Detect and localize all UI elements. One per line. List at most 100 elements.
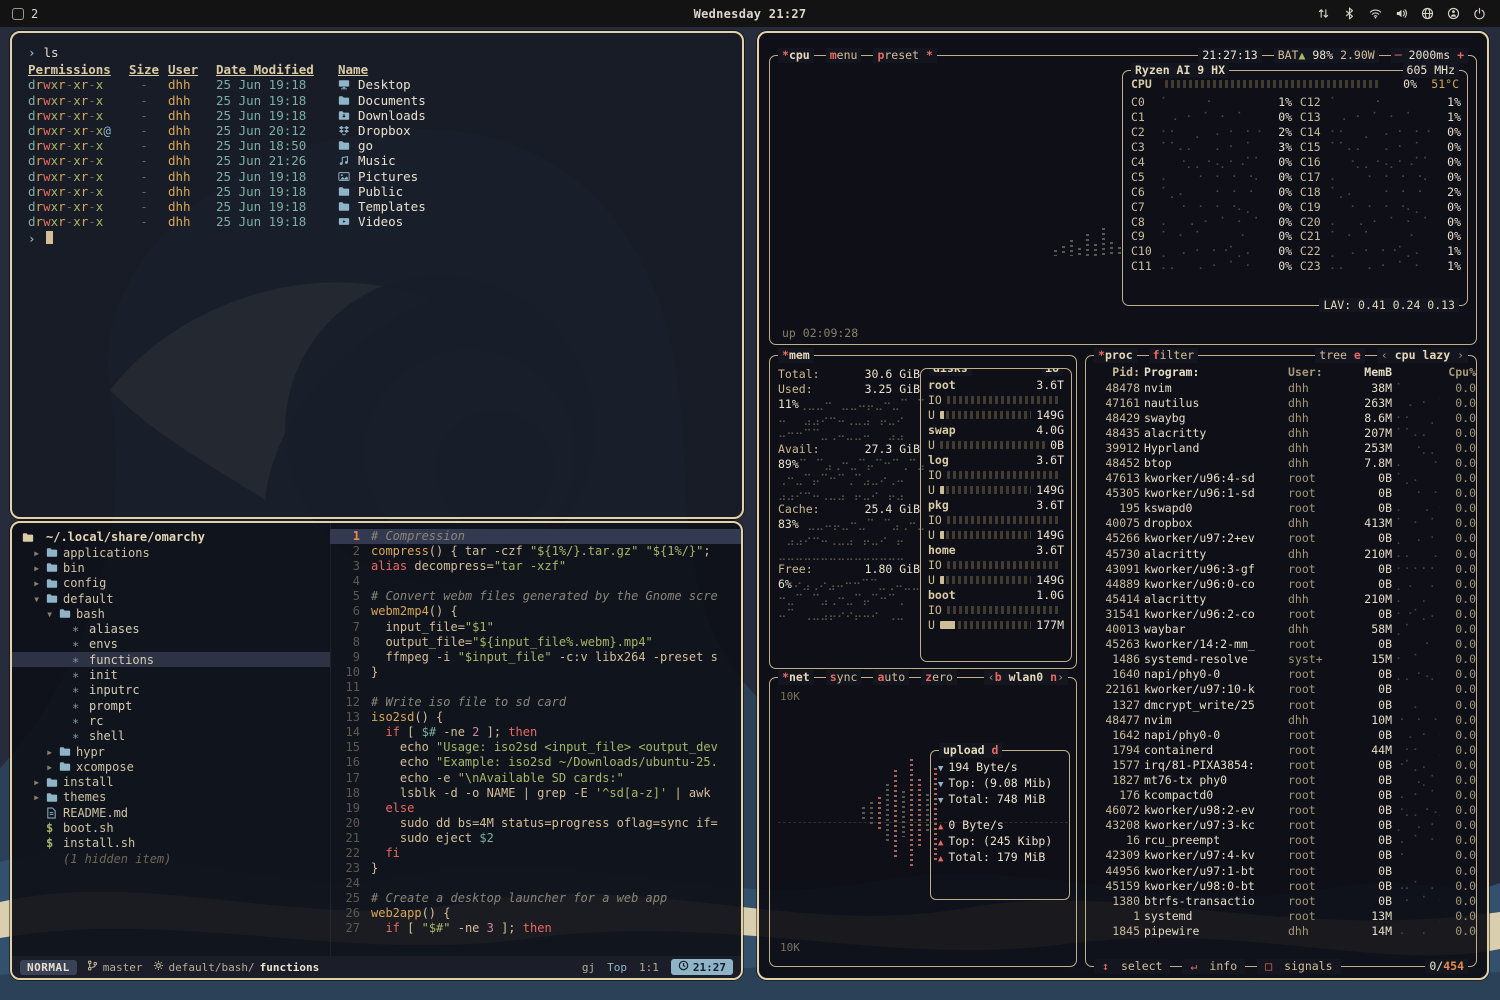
code-line[interactable]: 23 } [330, 861, 741, 876]
process-row[interactable]: 1380 btrfs-transactio root 0B ⠀⠂⠀⠁⠀⠂ 0.0 [1086, 893, 1476, 908]
net-interface-switcher[interactable]: ‹b wlan0 n› [984, 670, 1068, 685]
process-row[interactable]: 48429 swaybg dhh 8.6M ⠂⠂⠀⠀⡀⠀ 0.0 [1086, 410, 1476, 425]
code-line[interactable]: 16 echo "Example: iso2sd ~/Downloads/ubu… [330, 755, 741, 770]
process-row[interactable]: 44956 kworker/u97:1-bt root 0B ⠀⠀⠀⠀⠀⠀ 0.… [1086, 863, 1476, 878]
network-icon[interactable] [1421, 7, 1434, 20]
tree-item[interactable]: ▸ themes [12, 790, 330, 805]
tree-item[interactable]: ∗ init [12, 667, 330, 682]
proc-filter-button[interactable]: filter [1149, 348, 1199, 363]
code-line[interactable]: 6 webm2mp4() { [330, 604, 741, 619]
tree-item[interactable]: $ boot.sh [12, 820, 330, 835]
process-row[interactable]: 1486 systemd-resolve syst+ 15M ⠂⠀⠁⠀⠀⠀ 0.… [1086, 652, 1476, 667]
proc-footer-action[interactable]: ↵info [1182, 959, 1245, 974]
code-line[interactable]: 25 # Create a desktop launcher for a web… [330, 891, 741, 906]
tree-item[interactable]: ∗ functions [12, 652, 330, 667]
code-pane[interactable]: 1 # Compression 2 compress() { tar -czf … [330, 523, 741, 956]
code-line[interactable]: 12 # Write iso file to sd card [330, 695, 741, 710]
tree-item[interactable]: ∗ prompt [12, 698, 330, 713]
volume-icon[interactable] [1395, 7, 1408, 20]
tree-item[interactable]: ▾ bash [12, 606, 330, 621]
file-name[interactable]: Downloads [358, 108, 426, 123]
process-row[interactable]: 1845 pipewire dhh 14M ⠠⠀⠀⠄⠀⠀ 0.0 [1086, 923, 1476, 938]
code-line[interactable]: 20 sudo dd bs=4M status=progress oflag=s… [330, 816, 741, 831]
power-icon[interactable] [1473, 7, 1486, 20]
code-line[interactable]: 2 compress() { tar -czf "${1%/}.tar.gz" … [330, 544, 741, 559]
process-row[interactable]: 40013 waybar dhh 58M ⡀⠁⠀⠀⠀⠀ 0.0 [1086, 622, 1476, 637]
process-row[interactable]: 45730 alacritty dhh 210M ⠄⠄⠀⠀⠠⠀ 0.0 [1086, 546, 1476, 561]
tree-item[interactable]: ▾ default [12, 591, 330, 606]
workspace-indicator[interactable]: 2 [0, 7, 38, 21]
bluetooth-icon[interactable] [1343, 7, 1356, 20]
process-row[interactable]: 40075 dropbox dhh 413M ⠁⠀⠂⠀⠁⠀ 0.0 [1086, 516, 1476, 531]
file-name[interactable]: Pictures [358, 169, 418, 184]
process-row[interactable]: 43091 kworker/u96:3-gf root 0B ⠂⠂⠂⠂⠂⠂ 0.… [1086, 561, 1476, 576]
process-table-header[interactable]: Pid: Program: User: MemB Cpu% [1086, 364, 1476, 379]
process-row[interactable]: 46072 kworker/u98:2-ev root 0B ⠐⡀⡀⠐⠠⡀ 0.… [1086, 803, 1476, 818]
process-row[interactable]: 45414 alacritty dhh 210M ⠄⠀⠀⠄⠀⠀ 0.0 [1086, 591, 1476, 606]
file-name[interactable]: Music [358, 153, 396, 168]
process-row[interactable]: 39912 Hyprland dhh 253M ⠀⠀⠐⡀⡀⠐ 0.0 [1086, 440, 1476, 455]
process-row[interactable]: 45305 kworker/u96:1-sd root 0B ⠀⠀⠐⠀⠐⠀ 0.… [1086, 486, 1476, 501]
net-sync-toggle[interactable]: sync [826, 670, 862, 685]
code-line[interactable]: 9 ffmpeg -i "$input_file" -c:v libx264 -… [330, 650, 741, 665]
file-name[interactable]: Documents [358, 93, 426, 108]
code-line[interactable]: 22 fi [330, 846, 741, 861]
process-row[interactable]: 1642 napi/phy0-0 root 0B ⠀⠠⠀⠂⠀⠂ 0.0 [1086, 727, 1476, 742]
process-row[interactable]: 48477 nvim dhh 10M ⠐⠀⠐⠀⠐⠀ 0.0 [1086, 712, 1476, 727]
tree-item[interactable]: ∗ shell [12, 729, 330, 744]
code-line[interactable]: 3 alias decompress="tar -xzf" [330, 559, 741, 574]
code-line[interactable]: 5 # Convert webm files generated by the … [330, 589, 741, 604]
process-row[interactable]: 16 rcu_preempt root 0B ⠠⠀⠁⠀⠂⠂ 0.0 [1086, 833, 1476, 848]
process-row[interactable]: 47161 nautilus dhh 263M ⠀⠠⠀⠂⠀⠁ 0.0 [1086, 395, 1476, 410]
tree-item[interactable]: README.md [12, 805, 330, 820]
tree-item[interactable]: (1 hidden item) [12, 851, 330, 866]
proc-tree-toggle[interactable]: tree e [1315, 348, 1365, 363]
tree-item[interactable]: ∗ envs [12, 637, 330, 652]
tree-item[interactable]: ∗ aliases [12, 621, 330, 636]
process-row[interactable]: 42309 kworker/u97:4-kv root 0B ⠐⠀⠀⠀⠀⠀ 0.… [1086, 848, 1476, 863]
code-line[interactable]: 10 } [330, 665, 741, 680]
process-row[interactable]: 47613 kworker/u96:4-sd root 0B ⠁⡀⠄⠀⠀⠀ 0.… [1086, 471, 1476, 486]
code-line[interactable]: 15 echo "Usage: iso2sd <input_file> <out… [330, 740, 741, 755]
process-row[interactable]: 1827 mt76-tx phy0 root 0B ⠀⠀⠠⡀⠁⠀ 0.0 [1086, 772, 1476, 787]
process-row[interactable]: 1640 napi/phy0-0 root 0B ⡀⡀⠐⠠⡀⠂ 0.0 [1086, 667, 1476, 682]
net-auto-toggle[interactable]: auto [873, 670, 909, 685]
process-row[interactable]: 48452 btop dhh 7.8M ⠄⠀⠀⠀⠐⠀ 0.0 [1086, 455, 1476, 470]
code-line[interactable]: 7 input_file="$1" [330, 620, 741, 635]
process-row[interactable]: 44889 kworker/u96:0-co root 0B ⡀⠠⠀⠀⠄⠀ 0.… [1086, 576, 1476, 591]
btop-window[interactable]: *cpu menu preset * 21:27:13 BAT▲ 98% 2.9… [757, 31, 1489, 980]
tree-item[interactable]: ▸ hypr [12, 744, 330, 759]
code-line[interactable]: 13 iso2sd() { [330, 710, 741, 725]
tree-item[interactable]: $ install.sh [12, 836, 330, 851]
tree-item[interactable]: ▸ xcompose [12, 759, 330, 774]
process-row[interactable]: 45266 kworker/u97:2+ev root 0B ⡀⠀⠠⠀⠂⠀ 0.… [1086, 531, 1476, 546]
code-line[interactable]: 24 [330, 876, 741, 891]
wifi-icon[interactable] [1369, 7, 1382, 20]
net-zero-toggle[interactable]: zero [921, 670, 957, 685]
tree-root[interactable]: ~/.local/share/omarchy [12, 529, 330, 545]
process-row[interactable]: 31541 kworker/u96:2-co root 0B ⠂⠐⠁⡀⠄⠀ 0.… [1086, 606, 1476, 621]
menu-button[interactable]: menu [826, 48, 862, 63]
editor-window[interactable]: ~/.local/share/omarchy ▸ applications ▸ … [10, 521, 743, 980]
code-line[interactable]: 17 echo -e "\nAvailable SD cards:" [330, 771, 741, 786]
refresh-rate-control[interactable]: ─ 2000ms + [1391, 48, 1468, 63]
process-row[interactable]: 45263 kworker/14:2-mm_ root 0B ⠀⠀⠀⠐⠀⠀ 0.… [1086, 637, 1476, 652]
process-row[interactable]: 1577 irq/81-PIXA3854: root 0B ⠐⠁⡀⠄⠀⠀ 0.0 [1086, 757, 1476, 772]
process-row[interactable]: 48478 nvim dhh 38M ⠁⠀⠀⠀⠀⠐ 0.0 [1086, 380, 1476, 395]
proc-sort-selector[interactable]: ‹ cpu lazy › [1377, 348, 1468, 363]
file-name[interactable]: Templates [358, 199, 426, 214]
file-name[interactable]: go [358, 138, 373, 153]
file-name[interactable]: Desktop [358, 77, 411, 92]
proc-footer-action[interactable]: ↕select [1094, 959, 1170, 974]
code-line[interactable]: 8 output_file="${input_file%.webm}.mp4" [330, 635, 741, 650]
tree-item[interactable]: ∗ inputrc [12, 683, 330, 698]
process-row[interactable]: 176 kcompactd0 root 0B ⠠⠀⠂⠀⠁⠀ 0.0 [1086, 788, 1476, 803]
file-name[interactable]: Public [358, 184, 403, 199]
code-line[interactable]: 4 [330, 574, 741, 589]
process-row[interactable]: 43208 kworker/u97:3-kc root 0B ⡀⠀⠠⠀⠂⠀ 0.… [1086, 818, 1476, 833]
about-icon[interactable] [1447, 7, 1460, 20]
code-line[interactable]: 11 [330, 680, 741, 695]
tree-item[interactable]: ▸ bin [12, 560, 330, 575]
net-panel-label[interactable]: upload d [939, 743, 1002, 758]
process-row[interactable]: 45159 kworker/u98:0-bt root 0B ⠠⠄⠁⠀⠄⠀ 0.… [1086, 878, 1476, 893]
